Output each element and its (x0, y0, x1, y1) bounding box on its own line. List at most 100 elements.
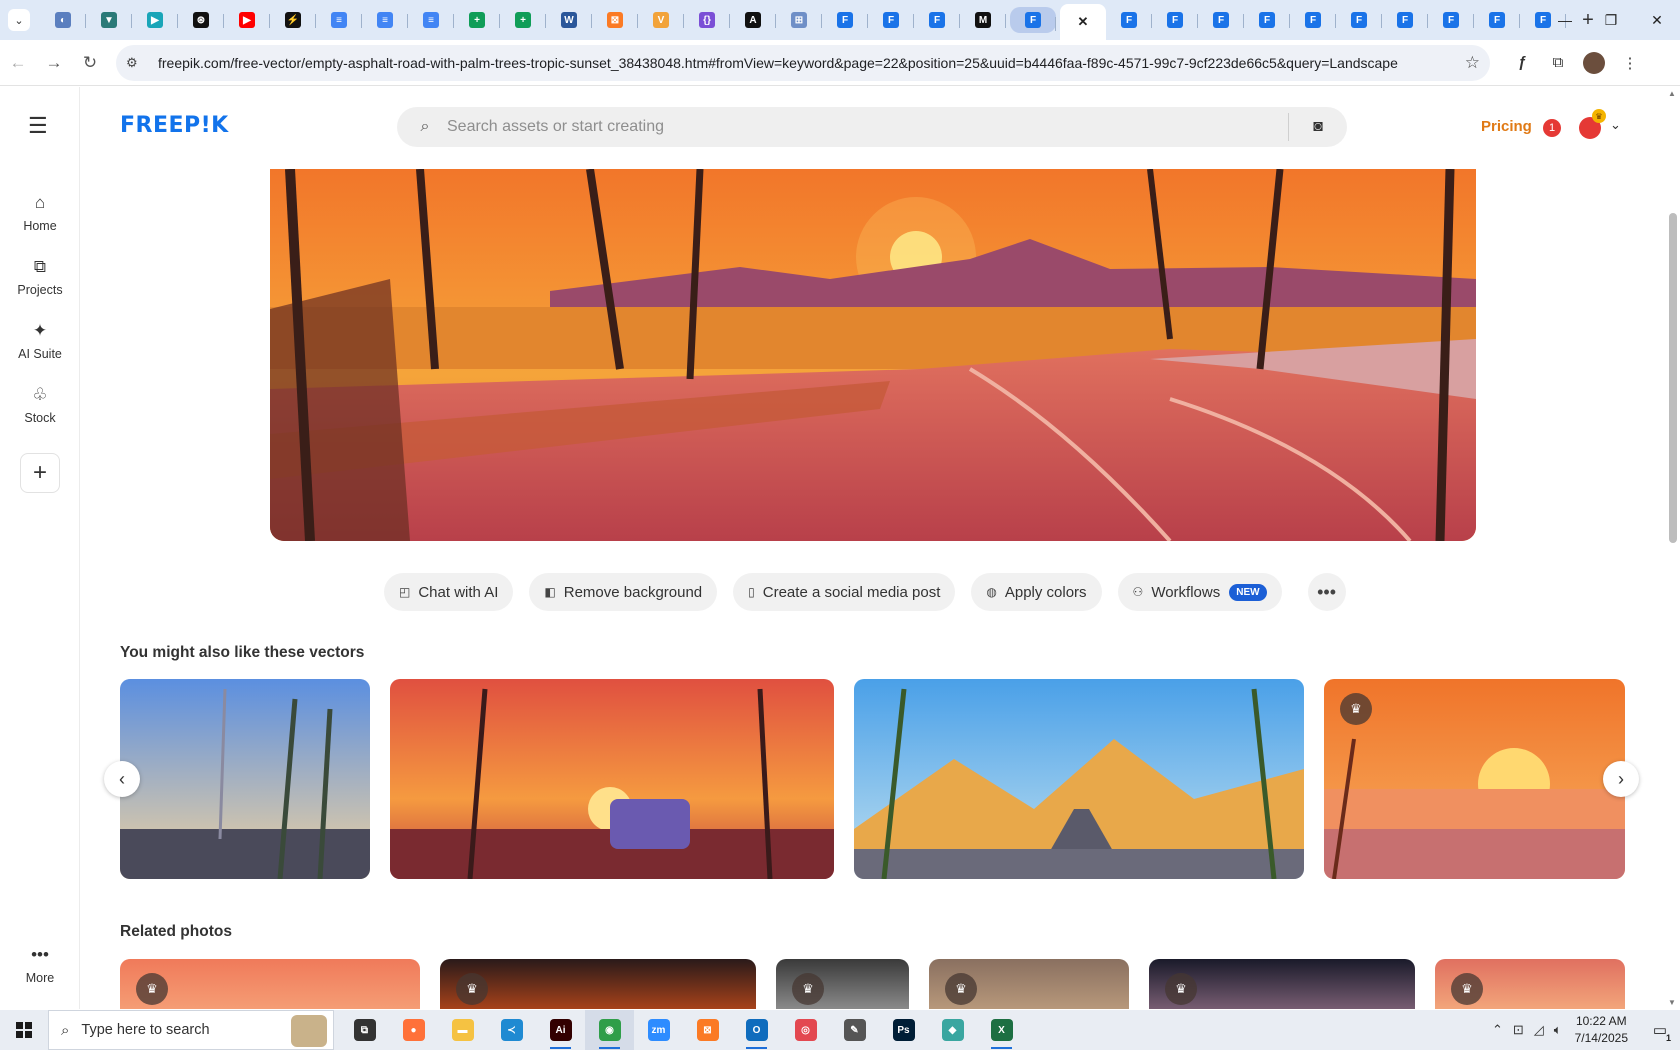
scroll-up-arrow-icon[interactable]: ▲ (1668, 89, 1676, 98)
browser-tab[interactable]: ⊛ (178, 4, 224, 36)
browser-tab[interactable]: ⊠ (592, 4, 638, 36)
taskbar-app-illustrator[interactable]: Ai (536, 1010, 585, 1050)
browser-tab[interactable]: ◐ (40, 4, 86, 36)
scrollbar-thumb[interactable] (1669, 213, 1677, 543)
taskbar-app-chrome[interactable]: ◉ (585, 1010, 634, 1050)
browser-tab[interactable]: M (960, 4, 1006, 36)
workflows-button[interactable]: ⚇ Workflows NEW (1117, 573, 1282, 611)
browser-tab[interactable]: F (914, 4, 960, 36)
browser-tab[interactable]: F (1474, 4, 1520, 36)
browser-tab[interactable]: F (1244, 4, 1290, 36)
photo-card[interactable]: ♛ (929, 959, 1129, 1009)
address-bar[interactable]: ⚙ freepik.com/free-vector/empty-asphalt-… (116, 44, 1490, 81)
search-input[interactable] (447, 118, 1288, 136)
browser-tab[interactable]: F (822, 4, 868, 36)
extensions-puzzle-icon[interactable]: ⧉ (1540, 45, 1576, 81)
taskbar-app-app[interactable]: ◆ (928, 1010, 977, 1050)
browser-tab[interactable]: F (1290, 4, 1336, 36)
forward-button[interactable]: → (36, 45, 72, 81)
browser-tab[interactable]: {} (684, 4, 730, 36)
network-icon[interactable]: ⊡ (1513, 1022, 1524, 1038)
page-scrollbar[interactable]: ▲ ▼ (1666, 87, 1680, 1009)
taskbar-app-vscode[interactable]: ≺ (487, 1010, 536, 1050)
browser-tab[interactable]: F (1106, 4, 1152, 36)
chevron-up-icon[interactable]: ⌃ (1492, 1022, 1503, 1038)
chevron-down-icon[interactable]: ⌄ (1610, 117, 1621, 133)
notification-badge[interactable]: 1 (1543, 119, 1561, 137)
main-vector-image[interactable] (270, 169, 1476, 541)
photo-card[interactable]: ♛ (120, 959, 420, 1009)
extension-f-icon[interactable]: ƒ (1504, 45, 1540, 81)
clock[interactable]: 10:22 AM 7/14/2025 (1575, 1013, 1628, 1047)
browser-tab[interactable]: ⚡ (270, 4, 316, 36)
sidebar-item-home[interactable]: ⌂ Home (0, 193, 80, 233)
taskbar-app-pen[interactable]: ✎ (830, 1010, 879, 1050)
browser-tab[interactable]: ≡ (316, 4, 362, 36)
photo-card[interactable]: ♛ (440, 959, 756, 1009)
browser-tab[interactable]: ⊞ (776, 4, 822, 36)
apply-colors-button[interactable]: ◍ Apply colors (971, 573, 1102, 611)
notification-center-button[interactable]: ▭ 1 (1640, 1010, 1680, 1050)
browser-tab[interactable]: V (638, 4, 684, 36)
volume-icon[interactable]: 🔈︎ (1554, 1022, 1562, 1038)
taskbar-app-excel[interactable]: X (977, 1010, 1026, 1050)
minimize-button[interactable]: — (1542, 0, 1588, 40)
taskbar-app-xampp[interactable]: ⊠ (683, 1010, 732, 1050)
profile-avatar[interactable] (1576, 45, 1612, 81)
vector-card[interactable] (120, 679, 370, 879)
more-actions-button[interactable]: ••• (1307, 573, 1346, 611)
photo-card[interactable]: ♛ (776, 959, 909, 1009)
browser-tab[interactable]: ≡ (408, 4, 454, 36)
scroll-down-arrow-icon[interactable]: ▼ (1668, 998, 1676, 1007)
taskbar-app-task-view[interactable]: ⧉ (340, 1010, 389, 1050)
taskbar-app-zoom[interactable]: zm (634, 1010, 683, 1050)
reload-button[interactable]: ↻ (72, 45, 108, 81)
browser-menu-icon[interactable]: ⋮ (1612, 45, 1648, 81)
sidebar-item-ai-suite[interactable]: ✦ AI Suite (0, 321, 80, 361)
back-button[interactable]: ← (0, 45, 36, 81)
add-button[interactable]: + (20, 453, 60, 493)
carousel-prev-button[interactable]: ‹ (104, 761, 140, 797)
sidebar-item-stock[interactable]: ♧ Stock (0, 385, 80, 425)
sidebar-item-projects[interactable]: ⧉ Projects (0, 257, 80, 297)
create-social-post-button[interactable]: ▯ Create a social media post (733, 573, 956, 611)
vector-card[interactable] (390, 679, 834, 879)
site-info-icon[interactable]: ⚙ (126, 55, 148, 71)
browser-tab[interactable]: + (500, 4, 546, 36)
browser-tab[interactable]: ≡ (362, 4, 408, 36)
browser-tab[interactable]: F (1428, 4, 1474, 36)
restore-button[interactable]: ❐ (1588, 0, 1634, 40)
bookmark-star-icon[interactable]: ☆ (1465, 53, 1480, 73)
taskbar-app-outlook[interactable]: O (732, 1010, 781, 1050)
taskbar-app-photoshop[interactable]: Ps (879, 1010, 928, 1050)
browser-tab[interactable]: + (454, 4, 500, 36)
url-text[interactable]: freepik.com/free-vector/empty-asphalt-ro… (148, 55, 1465, 71)
taskbar-app-firefox[interactable]: ● (389, 1010, 438, 1050)
photo-card[interactable]: ♛ (1149, 959, 1415, 1009)
taskbar-app-file-explorer[interactable]: ▬ (438, 1010, 487, 1050)
taskbar-app-creative-cloud[interactable]: ◎ (781, 1010, 830, 1050)
pricing-link[interactable]: Pricing (1481, 118, 1532, 135)
browser-tab[interactable]: F (1152, 4, 1198, 36)
vector-card[interactable]: ♛ (1324, 679, 1625, 879)
vector-card[interactable] (854, 679, 1304, 879)
carousel-next-button[interactable]: › (1603, 761, 1639, 797)
browser-tab[interactable]: ▶ (132, 4, 178, 36)
browser-tab[interactable]: F (1382, 4, 1428, 36)
taskbar-search-box[interactable]: ⌕ Type here to search (48, 1010, 334, 1050)
browser-tab[interactable]: F (1010, 7, 1056, 33)
sidebar-item-more[interactable]: ••• More (0, 945, 80, 985)
camera-search-icon[interactable]: ◙ (1289, 118, 1347, 136)
browser-tab[interactable]: ▼ (86, 4, 132, 36)
browser-tab[interactable]: F (868, 4, 914, 36)
close-icon[interactable]: ✕ (1075, 14, 1091, 30)
browser-tab[interactable]: ▶ (224, 4, 270, 36)
start-button[interactable] (0, 1010, 48, 1050)
close-window-button[interactable]: ✕ (1634, 0, 1680, 40)
browser-tab[interactable]: W (546, 4, 592, 36)
browser-tab[interactable]: F (1336, 4, 1382, 36)
tab-search-button[interactable]: ⌄ (8, 9, 30, 31)
browser-tab[interactable]: A (730, 4, 776, 36)
remove-background-button[interactable]: ◧ Remove background (529, 573, 718, 611)
browser-tab[interactable]: F (1198, 4, 1244, 36)
